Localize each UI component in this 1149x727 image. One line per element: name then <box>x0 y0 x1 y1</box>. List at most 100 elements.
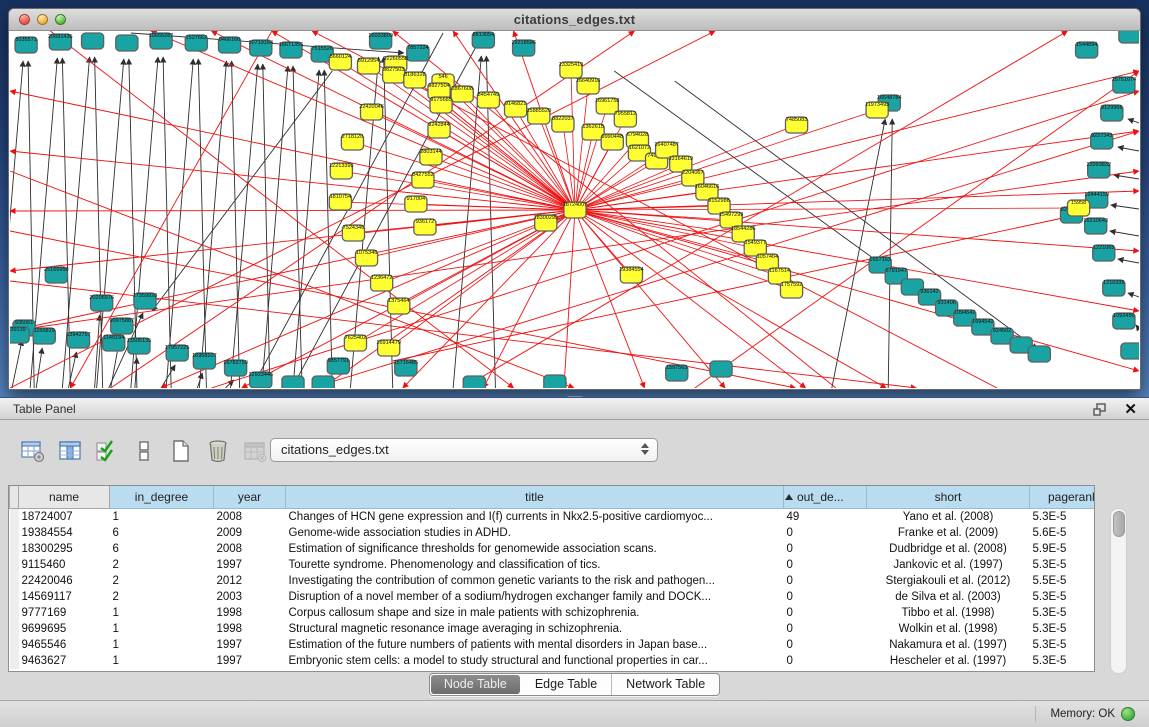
cell-out_degree[interactable]: 0 <box>784 573 867 589</box>
graph-node[interactable]: 16782759 <box>223 360 248 376</box>
graph-node[interactable]: 7857224 <box>407 45 429 61</box>
column-header-in_degree[interactable]: in_degree <box>110 486 214 509</box>
table-row[interactable]: 977716911998Corpus callosum shape and si… <box>10 605 1096 621</box>
cell-title[interactable]: Disruption of a novel member of a sodium… <box>286 589 784 605</box>
graph-node[interactable]: 5035571 <box>15 37 37 53</box>
table-row[interactable]: 911546021997Tourette syndrome. Phenomeno… <box>10 557 1096 573</box>
cell-out_degree[interactable]: 49 <box>784 509 867 526</box>
graph-node[interactable]: 9857791 <box>327 358 349 374</box>
cell-year[interactable]: 1998 <box>214 605 286 621</box>
cell-in_degree[interactable]: 6 <box>110 541 214 557</box>
close-panel-icon[interactable]: ✕ <box>1124 400 1137 418</box>
graph-node[interactable]: 15885520 <box>526 108 551 124</box>
graph-node[interactable]: 8186328 <box>404 72 426 88</box>
new-document-icon[interactable] <box>168 438 194 464</box>
graph-node[interactable]: 1221065 <box>1093 245 1115 261</box>
graph-node[interactable]: 1145194 <box>103 335 125 351</box>
cell-year[interactable]: 1997 <box>214 637 286 653</box>
cell-name[interactable]: 18300295 <box>19 541 110 557</box>
graph-node[interactable]: 16640910 <box>576 78 601 94</box>
table-select-dropdown[interactable]: citations_edges.txt <box>270 438 658 462</box>
cell-name[interactable]: 9777169 <box>19 605 110 621</box>
table-row[interactable]: 969969511998Structural magnetic resonanc… <box>10 621 1096 637</box>
cell-pagerank[interactable]: 5.3E-5 <box>1030 653 1096 669</box>
cell-out_degree[interactable]: 0 <box>784 605 867 621</box>
graph-node[interactable]: 1544894 <box>1076 42 1098 58</box>
cell-in_degree[interactable]: 1 <box>110 605 214 621</box>
table-scrollbar-thumb[interactable] <box>1113 511 1125 537</box>
graph-node[interactable]: 1075346 <box>355 250 377 266</box>
cell-in_degree[interactable]: 6 <box>110 525 214 541</box>
graph-node[interactable]: 1375464 <box>388 298 410 314</box>
graph-node[interactable] <box>1119 31 1139 43</box>
cell-in_degree[interactable]: 1 <box>110 509 214 526</box>
graph-node[interactable]: 8660124 <box>329 54 351 70</box>
graph-node[interactable]: 16914479 <box>376 340 401 356</box>
cell-short[interactable]: Jankovic et al. (1997) <box>867 557 1030 573</box>
cell-short[interactable]: Nakamura et al. (1997) <box>867 637 1030 653</box>
graph-node[interactable]: 15751074 <box>1112 77 1137 93</box>
memory-ok-icon[interactable] <box>1121 707 1135 721</box>
cell-year[interactable]: 1997 <box>214 653 286 669</box>
cell-pagerank[interactable]: 5.5E-5 <box>1030 573 1096 589</box>
graph-node[interactable] <box>1121 343 1139 359</box>
column-header-year[interactable]: year <box>214 486 286 509</box>
network-window-titlebar[interactable]: citations_edges.txt <box>9 9 1140 31</box>
graph-node[interactable]: 15958 <box>1067 200 1089 216</box>
cell-pagerank[interactable]: 5.3E-5 <box>1030 637 1096 653</box>
cell-title[interactable]: Embryonic stem cells: a model to study s… <box>286 653 784 669</box>
tab-network-table[interactable]: Network Table <box>612 674 719 695</box>
table-row[interactable]: 1872400712008Changes of HCN gene express… <box>10 509 1096 526</box>
table-settings-icon[interactable] <box>20 438 46 464</box>
graph-node[interactable]: 18300295 <box>534 215 559 231</box>
table-row[interactable]: 946362711997Embryonic stem cells: a mode… <box>10 653 1096 669</box>
graph-node[interactable]: 16033809 <box>368 33 393 49</box>
cell-year[interactable]: 1998 <box>214 621 286 637</box>
graph-node[interactable]: 1210335 <box>1103 280 1125 296</box>
cell-in_degree[interactable]: 2 <box>110 557 214 573</box>
cell-pagerank[interactable]: 5.3E-5 <box>1030 509 1096 526</box>
graph-node[interactable] <box>312 376 334 388</box>
cell-title[interactable]: Investigating the contribution of common… <box>286 573 784 589</box>
cell-pagerank[interactable]: 5.9E-5 <box>1030 541 1096 557</box>
graph-node[interactable]: 20691436 <box>48 34 73 50</box>
rows-icon[interactable] <box>131 438 157 464</box>
cell-out_degree[interactable]: 0 <box>784 541 867 557</box>
cell-short[interactable]: Tibbo et al. (1998) <box>867 605 1030 621</box>
cell-in_degree[interactable]: 2 <box>110 573 214 589</box>
cell-year[interactable]: 2009 <box>214 525 286 541</box>
graph-node[interactable]: 9227343 <box>1091 133 1113 149</box>
cell-short[interactable]: Hescheler et al. (1997) <box>867 653 1030 669</box>
cell-title[interactable]: Structural magnetic resonance image aver… <box>286 621 784 637</box>
cell-name[interactable]: 9465546 <box>19 637 110 653</box>
graph-node[interactable]: 39139 <box>10 327 29 343</box>
cell-in_degree[interactable]: 2 <box>110 589 214 605</box>
graph-node[interactable]: 1092450 <box>1113 313 1135 329</box>
graph-node[interactable]: 25166950 <box>44 267 69 283</box>
graph-node[interactable]: 8822037 <box>552 116 574 132</box>
graph-node[interactable]: 16958107 <box>192 353 217 369</box>
cell-name[interactable]: 9699695 <box>19 621 110 637</box>
cell-out_degree[interactable]: 0 <box>784 621 867 637</box>
cell-in_degree[interactable]: 1 <box>110 653 214 669</box>
graph-node[interactable]: 11973493 <box>865 102 889 118</box>
table-row[interactable]: 1830029562008Estimation of significance … <box>10 541 1096 557</box>
column-header-out_degree[interactable]: out_de... <box>784 486 867 509</box>
network-canvas[interactable]: 5035571206914361065528715276629466160107… <box>10 31 1139 388</box>
graph-node[interactable]: 936172 <box>414 219 436 235</box>
graph-node[interactable]: 9175685 <box>430 97 452 113</box>
cell-name[interactable]: 22420046 <box>19 573 110 589</box>
graph-hub-node[interactable]: 18724007 <box>563 202 588 218</box>
graph-node[interactable]: 19384554 <box>619 267 644 283</box>
graph-node[interactable]: 12093832 <box>1086 162 1111 178</box>
graph-node[interactable]: 2803144 <box>420 149 442 165</box>
graph-node[interactable]: 8427552 <box>412 172 434 188</box>
tab-node-table[interactable]: Node Table <box>431 675 520 694</box>
graph-node[interactable] <box>544 375 566 388</box>
table-scrollbar[interactable] <box>1110 508 1127 674</box>
cell-name[interactable]: 14569117 <box>19 589 110 605</box>
table-column-icon[interactable] <box>57 438 83 464</box>
graph-node[interactable]: 1527662 <box>185 35 207 51</box>
graph-node[interactable] <box>710 361 732 377</box>
cell-name[interactable]: 9115460 <box>19 557 110 573</box>
